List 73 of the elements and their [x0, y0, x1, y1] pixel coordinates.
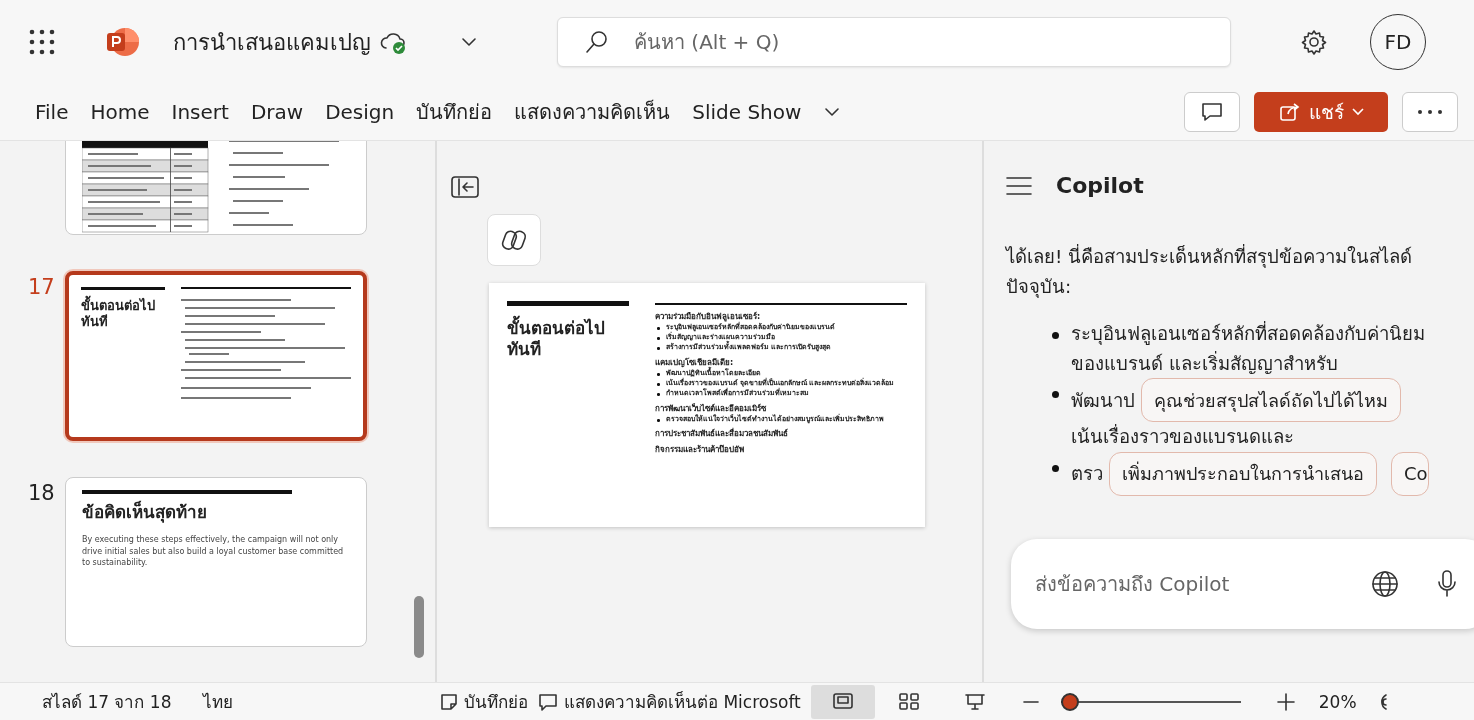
search-icon [585, 30, 609, 54]
message-text: ระบุอินฟลูเอนเซอร์หลักที่สอดคล้องกับค่านิยมของแบรนด์ และเริ่มสัญญาสำหรับ [1071, 320, 1426, 376]
slide-thumbnail[interactable]: ขั้นตอนต่อไป ทันที [65, 271, 367, 441]
slide-title: ข้อคิดเห็นสุดท้าย [82, 502, 208, 523]
presenter-view-icon [963, 692, 986, 711]
ribbon-tab[interactable]: Home [79, 94, 161, 130]
copilot-button[interactable] [487, 214, 541, 266]
speech-bubble-icon [1200, 101, 1224, 123]
bullet-icon [657, 383, 660, 386]
copilot-icon [501, 227, 527, 253]
speech-bubble-icon [538, 692, 558, 711]
feedback-button[interactable]: แสดงความคิดเห็นต่อ Microsoft [538, 688, 801, 715]
bullet-icon [657, 393, 660, 396]
message-text: พัฒนาป [1071, 388, 1135, 413]
ribbon-tab[interactable]: File [24, 94, 80, 130]
slide-text: By executing these steps effectively, the campaign will not only drive initial sales but also build a loyal customer base committed to sustainability. [82, 534, 345, 568]
settings-icon[interactable] [1301, 29, 1327, 55]
chevron-down-icon[interactable] [461, 37, 477, 47]
bullet-icon [1052, 391, 1059, 399]
note-icon [440, 692, 458, 711]
slide-heading: กิจกรรมและร้านค้าป๊อปอัพ [655, 443, 745, 456]
comments-button[interactable] [1184, 92, 1240, 132]
bullet-icon [1052, 464, 1059, 472]
presentation-app-icon [105, 26, 139, 58]
ribbon-tab[interactable]: Design [314, 94, 406, 130]
notes-button[interactable]: บันทึกย่อ [440, 688, 528, 715]
message-text: ตรว [1071, 462, 1103, 487]
ribbon-tab[interactable]: Slide Show [681, 94, 813, 130]
share-icon [1278, 102, 1301, 122]
slide-number: 17 [28, 274, 56, 301]
bullet-icon [657, 347, 660, 350]
chevron-down-icon[interactable] [824, 107, 841, 117]
slider-thumb[interactable] [1060, 692, 1079, 711]
slide-position: สไลด์ 17 จาก 18 [42, 691, 172, 714]
bullet-icon [657, 419, 660, 422]
slide-number: 18 [28, 480, 56, 507]
scrollbar-thumb[interactable] [414, 596, 424, 658]
slide-thumbnail[interactable]: ข้อคิดเห็นสุดท้าย By executing these steps effectively, the campaign will not only drive initial sales but also build a loyal customer base committed to sustainability. [65, 477, 367, 647]
message-field[interactable]: ส่งข้อความถึง Copilot [1011, 539, 1474, 629]
slide-heading: ความร่วมมือกับอินฟลูเอนเซอร์: [655, 310, 761, 322]
slide-heading: การประชาสัมพันธ์และสื่อมวลชนสัมพันธ์ [655, 428, 789, 440]
zoom-in-icon[interactable] [1276, 692, 1295, 711]
search-field[interactable]: ค้นหา (Alt + Q) [557, 17, 1231, 67]
language-label[interactable]: ไทย [203, 688, 234, 715]
bullet-icon [657, 337, 660, 340]
ribbon-tab[interactable]: แสดงความคิดเห็น [503, 90, 682, 134]
microphone-icon[interactable] [1437, 570, 1457, 598]
bullet-icon [657, 373, 660, 376]
globe-icon[interactable] [1371, 570, 1399, 598]
suggestion-chip[interactable]: คุณช่วยสรุปสไลด์ถัดไปได้ไหม [1141, 378, 1401, 423]
normal-view-icon [831, 692, 854, 711]
chevron-down-icon [1351, 108, 1364, 116]
zoom-level[interactable]: 20% [1318, 691, 1357, 712]
ribbon-tab[interactable]: บันทึกย่อ [405, 90, 504, 134]
menu-icon[interactable] [1006, 175, 1032, 196]
share-button[interactable]: แชร์ [1254, 92, 1388, 132]
app-launcher-icon[interactable] [29, 29, 55, 55]
document-title[interactable]: การนำเสนอแคมเปญ [173, 24, 371, 60]
more-icon [1417, 109, 1443, 115]
view-button[interactable] [810, 684, 875, 719]
message-text: ได้เลย! นี่คือสามประเด็นหลักที่สรุปข้อความในสไลด์ปัจจุบัน: [1006, 243, 1414, 300]
message-text: เน้นเรื่องราวของแบรนดและ [1071, 423, 1294, 450]
bullet-icon [1052, 332, 1059, 340]
suggestion-chip[interactable]: เพิ่มภาพประกอบในการนำเสนอ [1109, 451, 1377, 496]
slide-heading: การพัฒนาเว็บไซต์และอีคอมเมิร์ซ [655, 402, 767, 414]
bullet-icon [657, 327, 660, 330]
panel-title: Copilot [1056, 173, 1144, 198]
ribbon-tab[interactable]: Draw [239, 94, 315, 130]
suggestion-chip[interactable]: Co [1391, 451, 1429, 496]
collapse-panel-icon[interactable] [451, 176, 479, 198]
grid-view-icon [897, 692, 920, 711]
ribbon-tab[interactable]: Insert [160, 94, 240, 130]
slide-heading: แคมเปญโซเชียลมีเดีย: [655, 356, 734, 368]
